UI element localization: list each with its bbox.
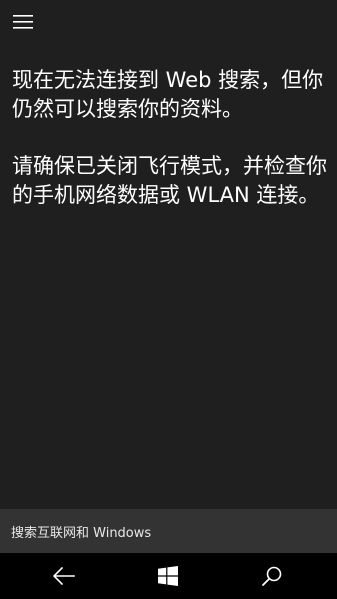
offline-message: 现在无法连接到 Web 搜索，但你仍然可以搜索你的资料。 请确保已关闭飞行模式，…: [12, 66, 328, 210]
start-button[interactable]: [138, 553, 198, 599]
offline-message-line1: 现在无法连接到 Web 搜索，但你仍然可以搜索你的资料。: [12, 68, 324, 121]
hamburger-menu-button[interactable]: [6, 8, 40, 36]
search-nav-button[interactable]: [242, 553, 302, 599]
search-box-label: 搜索互联网和 Windows: [11, 525, 152, 541]
back-button[interactable]: [34, 553, 94, 599]
search-icon: [262, 566, 282, 586]
windows-logo-icon: [158, 566, 178, 586]
cortana-offline-screen: 现在无法连接到 Web 搜索，但你仍然可以搜索你的资料。 请确保已关闭飞行模式，…: [0, 0, 337, 599]
offline-message-line2: 请确保已关闭飞行模式，并检查你的手机网络数据或 WLAN 连接。: [12, 154, 327, 207]
back-arrow-icon: [53, 567, 75, 585]
search-box[interactable]: 搜索互联网和 Windows: [0, 509, 337, 553]
hamburger-menu-icon: [13, 15, 33, 29]
navigation-bar: [0, 553, 337, 599]
